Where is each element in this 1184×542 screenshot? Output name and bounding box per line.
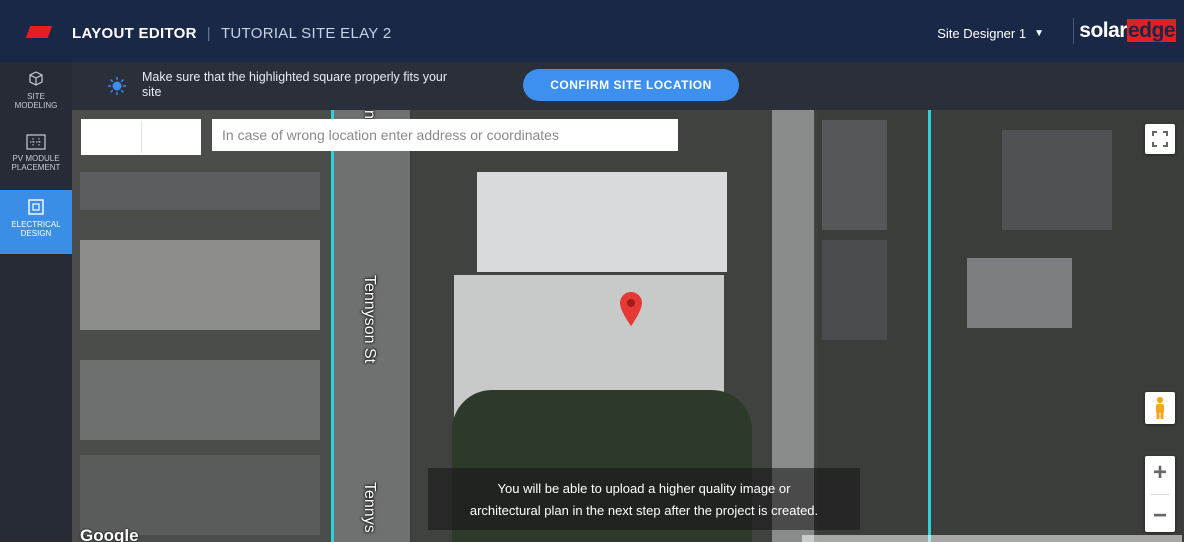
google-logo: Google (80, 526, 139, 542)
zoom-in-button[interactable]: + (1153, 460, 1167, 485)
map-rowhouses (80, 172, 320, 210)
site-boundary-line-right (928, 110, 931, 542)
cube-icon (29, 71, 43, 86)
user-menu-label: Site Designer 1 (937, 26, 1027, 41)
sun-icon (108, 77, 126, 95)
map-building-roof (477, 172, 727, 272)
map-building-roof (822, 240, 887, 340)
editor-title: LAYOUT EDITOR (72, 25, 197, 42)
title-separator: | (206, 25, 211, 42)
zoom-controls: + − (1145, 456, 1175, 532)
sidebar-item-label: DESIGN (20, 229, 52, 238)
confirm-site-location-button[interactable]: CONFIRM SITE LOCATION (523, 69, 739, 101)
user-menu[interactable]: Site Designer 1 ▼ (937, 26, 1044, 41)
solaredge-logo: solaredge (1079, 19, 1176, 42)
street-label: Tennyson St (361, 275, 378, 364)
street-label: Tennys (361, 482, 378, 533)
location-pin-icon (620, 292, 642, 326)
caret-down-icon: ▼ (1034, 28, 1044, 39)
map-building-roof (967, 258, 1072, 328)
map-building-roof (1002, 130, 1112, 230)
sidebar-item-label: MODELING (14, 101, 58, 110)
satellite-map[interactable]: n St Tennyson St Tennys (72, 110, 1184, 542)
info-bar: Make sure that the highlighted square pr… (72, 62, 1184, 110)
sidebar-item-label: PV MODULE (12, 154, 60, 163)
upload-notice: You will be able to upload a higher qual… (428, 468, 860, 530)
address-search-input[interactable] (212, 119, 678, 151)
site-fit-message: Make sure that the highlighted square pr… (142, 70, 448, 99)
map-building-roof (822, 120, 887, 230)
search-mode-toggle[interactable] (81, 119, 201, 155)
zoom-out-button[interactable]: − (1153, 503, 1167, 528)
sidebar-item-site-modeling[interactable]: SITE MODELING (0, 62, 72, 126)
sidebar-item-label: SITE (27, 92, 45, 101)
pegman-icon (1156, 396, 1164, 419)
site-boundary-line-left (331, 110, 334, 542)
electrical-icon (28, 199, 44, 215)
street-view-button[interactable] (1145, 392, 1175, 424)
map-attribution (802, 535, 1182, 542)
sidebar-item-pv-module-placement[interactable]: PV MODULE PLACEMENT (0, 126, 72, 190)
page-title: LAYOUT EDITOR | TUTORIAL SITE ELAY 2 (72, 25, 391, 42)
app-logo-icon (25, 26, 53, 38)
header-divider (1073, 18, 1074, 44)
sidebar-item-label: PLACEMENT (11, 163, 61, 172)
map-rowhouses (80, 240, 320, 330)
map-rowhouses (80, 360, 320, 440)
zoom-divider (1150, 493, 1170, 495)
layout-editor-app: LAYOUT EDITOR | TUTORIAL SITE ELAY 2 Sit… (0, 0, 1184, 542)
sidebar-item-label: ELECTRICAL (11, 220, 61, 229)
grid-icon (26, 134, 46, 150)
map-rowhouses (80, 455, 320, 535)
fullscreen-icon (1152, 131, 1168, 147)
sidebar: SITE MODELING PV MODULE PLACEMENT ELECTR… (0, 62, 72, 542)
top-bar: LAYOUT EDITOR | TUTORIAL SITE ELAY 2 Sit… (0, 0, 1184, 62)
sidebar-item-electrical-design[interactable]: ELECTRICAL DESIGN (0, 190, 72, 254)
site-name: TUTORIAL SITE ELAY 2 (220, 25, 392, 42)
fullscreen-button[interactable] (1145, 124, 1175, 154)
